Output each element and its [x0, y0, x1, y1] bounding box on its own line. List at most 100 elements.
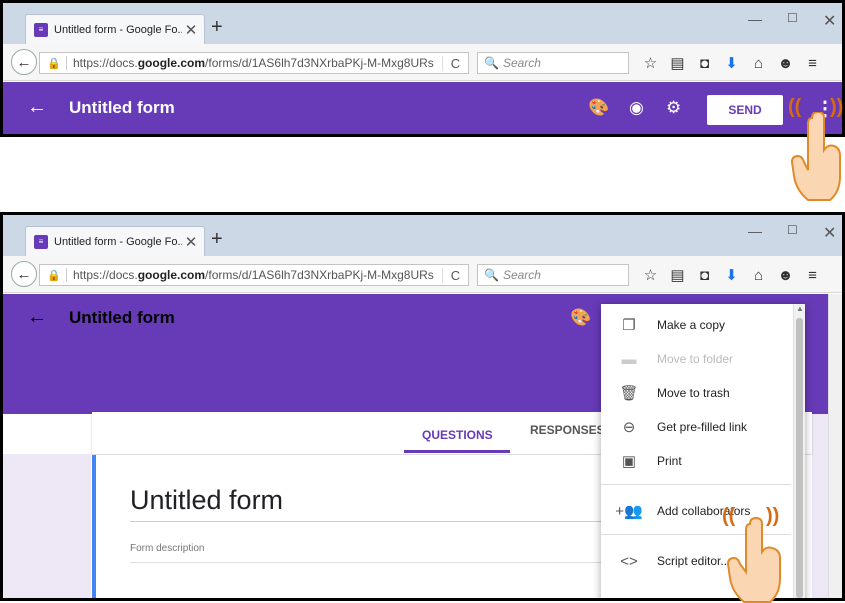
url-domain: google.com	[137, 268, 206, 282]
menu-item-make-copy[interactable]: ❐ Make a copy	[601, 308, 791, 342]
download-icon[interactable]: ⬇	[718, 51, 745, 75]
forms-header: ← Untitled form 🎨 ◉ ⚙ SEND ⋮	[3, 82, 842, 134]
search-icon: 🔍	[484, 56, 499, 70]
title-bar: ≡ Untitled form - Google Fo... ✕ + — ☐ ✕	[3, 215, 842, 256]
trash-icon: 🗑	[619, 385, 639, 402]
search-icon: 🔍	[484, 268, 499, 282]
url-prefix: https://docs.	[73, 268, 138, 282]
form-header-title: Untitled form	[69, 308, 175, 327]
forms-favicon-icon: ≡	[34, 22, 48, 37]
add-people-icon: +👥	[615, 503, 643, 520]
menu-scroll-thumb[interactable]	[796, 318, 803, 598]
maximize-icon[interactable]: ☐	[787, 11, 798, 25]
nav-bar: ← 🔒 https://docs.google.com/forms/d/1AS6…	[3, 44, 842, 81]
search-input[interactable]: 🔍 Search	[477, 52, 629, 74]
reload-icon[interactable]: C	[442, 267, 468, 283]
menu-icon[interactable]: ≡	[799, 51, 826, 75]
forms-favicon-icon: ≡	[34, 234, 48, 249]
window-close-icon[interactable]: ✕	[823, 11, 836, 31]
url-bar[interactable]: 🔒 https://docs.google.com/forms/d/1AS6lh…	[39, 52, 469, 74]
menu-item-move-to-folder: ▬ Move to folder	[601, 342, 791, 376]
active-tab-indicator	[404, 450, 510, 453]
url-separator	[66, 56, 67, 70]
tutorial-page: ≡ Untitled form - Google Fo... ✕ + — ☐ ✕…	[0, 0, 845, 603]
menu-icon[interactable]: ≡	[799, 263, 826, 287]
send-button[interactable]: SEND	[707, 95, 783, 125]
menu-item-label: Move to trash	[657, 386, 730, 400]
reload-icon[interactable]: C	[442, 55, 468, 71]
menu-item-label: Make a copy	[657, 318, 726, 332]
home-icon[interactable]: ⌂	[745, 51, 772, 75]
maximize-icon[interactable]: ☐	[787, 223, 798, 237]
nav-bar: ← 🔒 https://docs.google.com/forms/d/1AS6…	[3, 256, 842, 293]
lock-icon: 🔒	[47, 57, 61, 70]
menu-item-label: Script editor...	[657, 554, 731, 568]
menu-scrollbar[interactable]: ▲	[793, 304, 805, 598]
tab-responses[interactable]: RESPONSES	[530, 423, 605, 437]
code-icon: <>	[620, 552, 638, 570]
chat-icon[interactable]: ☻	[772, 51, 799, 75]
menu-item-move-to-trash[interactable]: 🗑 Move to trash	[601, 376, 791, 410]
menu-item-print[interactable]: ▣ Print	[601, 444, 791, 478]
palette-icon[interactable]: 🎨	[588, 98, 609, 118]
menu-item-label: Get pre-filled link	[657, 420, 748, 434]
browser-window-bottom: ≡ Untitled form - Google Fo... ✕ + — ☐ ✕…	[0, 212, 845, 601]
form-title-input[interactable]: Untitled form	[130, 485, 283, 516]
scroll-up-icon[interactable]: ▲	[796, 304, 804, 313]
form-description-input[interactable]: Form description	[130, 543, 204, 554]
folder-icon: ▬	[621, 350, 637, 368]
download-icon[interactable]: ⬇	[718, 263, 745, 287]
chat-icon[interactable]: ☻	[772, 263, 799, 287]
url-separator	[66, 268, 67, 282]
browser-tab[interactable]: ≡ Untitled form - Google Fo... ✕	[25, 14, 205, 44]
reading-list-icon[interactable]: ▤	[664, 51, 691, 75]
pocket-icon[interactable]: ◘	[691, 51, 718, 75]
print-icon: ▣	[621, 453, 637, 470]
minimize-icon[interactable]: —	[748, 223, 762, 239]
pocket-icon[interactable]: ◘	[691, 263, 718, 287]
url-domain: google.com	[137, 56, 206, 70]
url-text: https://docs.google.com/forms/d/1AS6lh7d…	[73, 268, 442, 282]
copy-icon: ❐	[622, 317, 636, 334]
new-tab-icon[interactable]: +	[211, 228, 223, 251]
home-icon[interactable]: ⌂	[745, 263, 772, 287]
title-bar: ≡ Untitled form - Google Fo... ✕ + — ☐ ✕	[3, 3, 842, 44]
forms-back-icon[interactable]: ←	[27, 306, 47, 329]
search-placeholder: Search	[502, 56, 541, 70]
page-background	[3, 454, 91, 598]
menu-item-prefilled-link[interactable]: ⊖ Get pre-filled link	[601, 410, 791, 444]
link-icon: ⊖	[622, 419, 636, 436]
new-tab-icon[interactable]: +	[211, 16, 223, 39]
search-placeholder: Search	[502, 268, 541, 282]
settings-gear-icon[interactable]: ⚙	[666, 98, 681, 118]
tab-close-icon[interactable]: ✕	[182, 233, 200, 251]
tab-title: Untitled form - Google Fo...	[54, 23, 182, 36]
preview-eye-icon[interactable]: ◉	[629, 98, 644, 118]
menu-divider	[601, 484, 791, 485]
star-icon[interactable]: ☆	[637, 51, 664, 75]
url-suffix: /forms/d/1AS6lh7d3NXrbaPKj-M-Mxg8URs	[205, 56, 434, 70]
minimize-icon[interactable]: —	[748, 11, 762, 27]
url-suffix: /forms/d/1AS6lh7d3NXrbaPKj-M-Mxg8URs	[205, 268, 434, 282]
tab-questions[interactable]: QUESTIONS	[422, 428, 493, 442]
page-scrollbar[interactable]	[828, 294, 842, 598]
browser-back-icon[interactable]: ←	[11, 49, 37, 75]
window-close-icon[interactable]: ✕	[823, 223, 836, 243]
url-text: https://docs.google.com/forms/d/1AS6lh7d…	[73, 56, 442, 70]
browser-window-top: ≡ Untitled form - Google Fo... ✕ + — ☐ ✕…	[0, 0, 845, 137]
star-icon[interactable]: ☆	[637, 263, 664, 287]
hand-pointer-icon	[726, 516, 781, 603]
search-input[interactable]: 🔍 Search	[477, 264, 629, 286]
browser-back-icon[interactable]: ←	[11, 261, 37, 287]
tab-close-icon[interactable]: ✕	[182, 21, 200, 39]
menu-item-label: Print	[657, 454, 682, 468]
lock-icon: 🔒	[47, 269, 61, 282]
menu-item-label: Move to folder	[657, 352, 734, 366]
palette-icon[interactable]: 🎨	[570, 308, 591, 328]
reading-list-icon[interactable]: ▤	[664, 263, 691, 287]
tab-title: Untitled form - Google Fo...	[54, 235, 182, 248]
forms-back-icon[interactable]: ←	[27, 96, 47, 119]
url-bar[interactable]: 🔒 https://docs.google.com/forms/d/1AS6lh…	[39, 264, 469, 286]
form-header-title: Untitled form	[69, 98, 175, 117]
browser-tab[interactable]: ≡ Untitled form - Google Fo... ✕	[25, 226, 205, 256]
